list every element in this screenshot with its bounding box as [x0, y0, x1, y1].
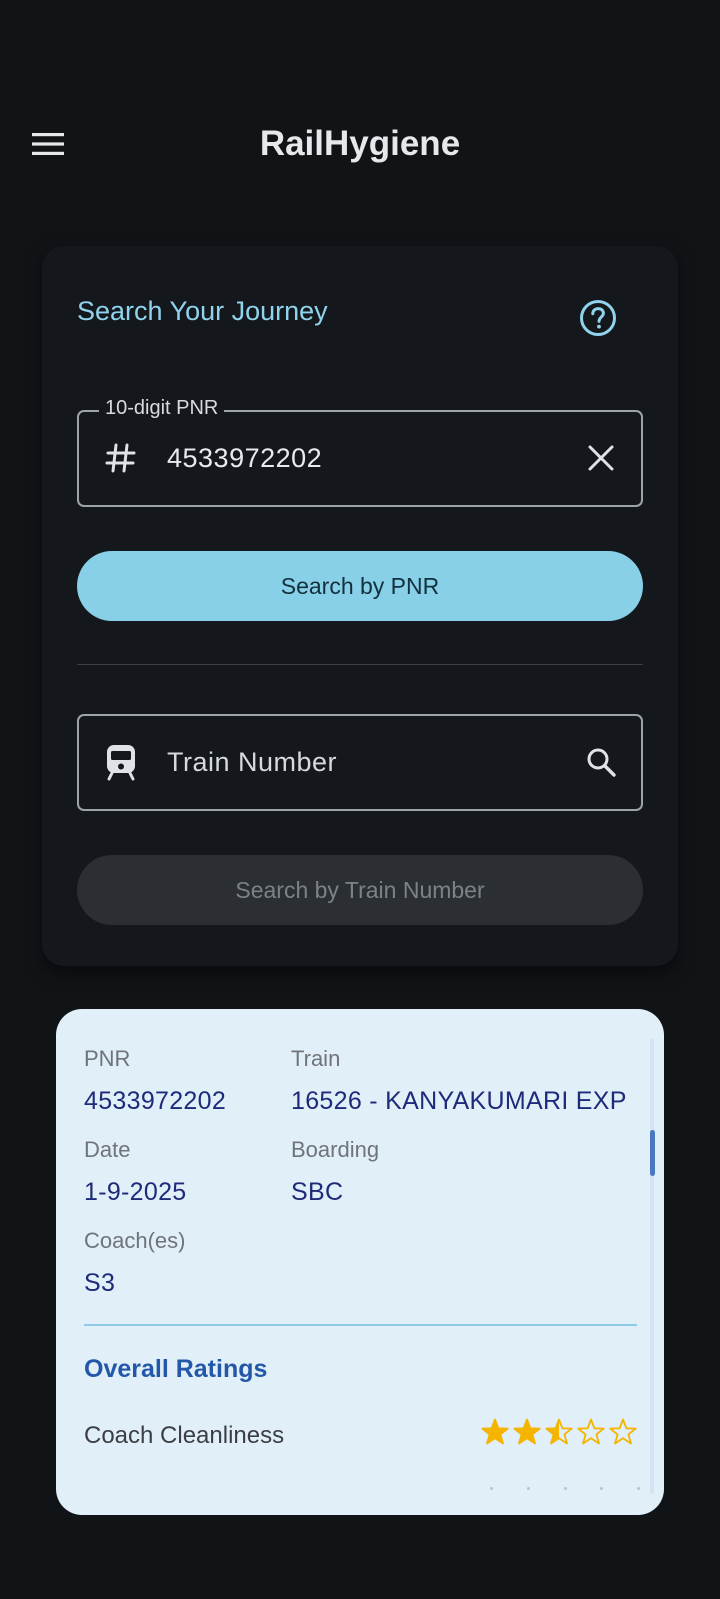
boarding-label: Boarding [291, 1137, 380, 1162]
dot [490, 1487, 493, 1490]
rating-label-coach-cleanliness: Coach Cleanliness [84, 1422, 285, 1449]
pnr-value: 4533972202 [84, 1087, 227, 1115]
pnr-input[interactable]: 4533972202 [167, 412, 322, 505]
train-number-field[interactable]: Train Number [77, 714, 643, 811]
search-by-train-number-button[interactable]: Search by Train Number [77, 855, 643, 925]
scrollbar-thumb[interactable] [650, 1130, 655, 1176]
dot [600, 1487, 604, 1490]
dot [637, 1487, 640, 1490]
clear-icon[interactable] [581, 438, 621, 478]
hash-icon [101, 438, 141, 478]
train-icon [101, 742, 141, 782]
star-filled-icon [513, 1418, 541, 1445]
star-rating [480, 1417, 638, 1451]
boarding-value: SBC [291, 1178, 344, 1206]
star-empty-icon [609, 1418, 637, 1445]
journey-result-card: PNR 4533972202 Train 16526 - KANYAKUMARI… [56, 1009, 664, 1515]
help-circle-icon[interactable] [578, 298, 618, 338]
dot [563, 1487, 567, 1490]
search-card: Search Your Journey 10-digit PNR 4533972… [42, 246, 678, 966]
train-label: Train [291, 1046, 341, 1071]
search-icon[interactable] [581, 742, 621, 782]
scrollbar-track[interactable] [650, 1039, 654, 1494]
scroll-hint-dots [490, 1487, 640, 1490]
date-value: 1-9-2025 [84, 1178, 187, 1206]
app-bar: RailHygiene [0, 96, 720, 192]
train-value: 16526 - KANYAKUMARI EXP [291, 1087, 627, 1115]
coach-label: Coach(es) [84, 1228, 186, 1253]
search-by-pnr-button[interactable]: Search by PNR [77, 551, 643, 621]
star-filled-icon [481, 1418, 509, 1445]
coach-value: S3 [84, 1269, 116, 1297]
pnr-field[interactable]: 10-digit PNR 4533972202 [77, 397, 643, 507]
app-title: RailHygiene [259, 124, 461, 163]
search-heading: Search Your Journey [77, 296, 328, 326]
overall-ratings-heading: Overall Ratings [84, 1355, 268, 1383]
divider [77, 664, 643, 665]
dot [526, 1487, 530, 1490]
star-half-icon [545, 1418, 573, 1445]
star-empty-icon [577, 1418, 605, 1445]
pnr-label: PNR [84, 1046, 131, 1071]
section-divider [84, 1324, 637, 1326]
date-label: Date [84, 1137, 131, 1162]
train-number-input[interactable]: Train Number [167, 716, 337, 809]
